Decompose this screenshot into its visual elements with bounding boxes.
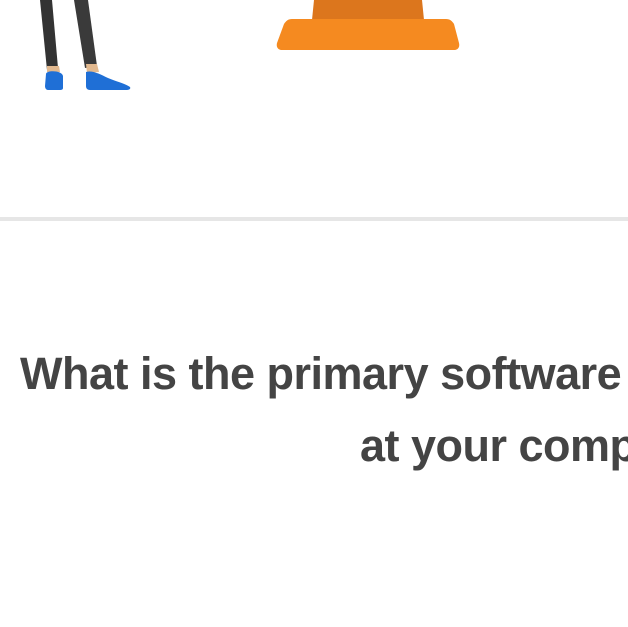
section-divider <box>0 217 628 221</box>
question-heading: What is the primary software at your com… <box>20 338 628 482</box>
question-line-1: What is the primary software <box>20 348 622 399</box>
traffic-cone-illustration-icon <box>276 0 460 50</box>
person-illustration-icon <box>40 0 131 90</box>
hero-illustration <box>40 0 460 90</box>
question-line-2: at your company? <box>360 420 628 471</box>
survey-page: What is the primary software at your com… <box>0 0 628 627</box>
